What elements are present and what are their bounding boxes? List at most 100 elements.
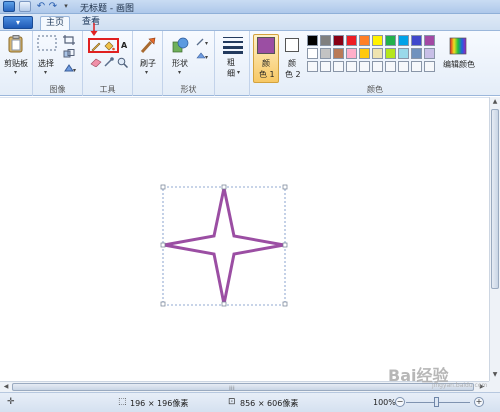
palette-empty-swatch[interactable] (398, 61, 409, 72)
palette-swatch[interactable] (398, 35, 409, 46)
resize-handle-right[interactable] (282, 242, 288, 248)
resize-handle-bottom[interactable] (221, 301, 227, 307)
select-label[interactable]: 选择 (38, 58, 54, 69)
size-label-top[interactable]: 粗 (227, 57, 235, 68)
palette-empty-swatch[interactable] (307, 61, 318, 72)
star-shape-selection[interactable] (160, 184, 290, 310)
size-caret-icon[interactable]: ▾ (237, 69, 240, 76)
zoom-slider-thumb[interactable] (434, 397, 439, 407)
resize-handle-top[interactable] (221, 184, 227, 190)
palette-empty-swatch[interactable] (333, 61, 344, 72)
palette-empty-swatch[interactable] (320, 61, 331, 72)
palette-empty-swatch[interactable] (372, 61, 383, 72)
palette-swatch[interactable] (372, 35, 383, 46)
rotate-icon[interactable]: ▾ (63, 63, 77, 73)
palette-swatch[interactable] (333, 48, 344, 59)
size-lines-icon[interactable] (223, 36, 243, 54)
canvas-area[interactable] (0, 97, 489, 381)
pencil-icon[interactable] (91, 41, 101, 51)
scroll-up-icon[interactable]: ▲ (490, 98, 500, 105)
color-picker-icon[interactable] (104, 57, 114, 67)
app-menu-icon[interactable] (3, 1, 15, 12)
palette-swatch[interactable] (307, 48, 318, 59)
resize-handle-left[interactable] (160, 242, 166, 248)
color2-label-top[interactable]: 颜 (288, 58, 296, 69)
brushes-label[interactable]: 刷子 (140, 58, 156, 69)
magnifier-icon[interactable] (117, 57, 128, 68)
svg-text:▾: ▾ (205, 40, 208, 47)
zoom-out-button[interactable]: − (395, 397, 405, 407)
palette-empty-swatch[interactable] (411, 61, 422, 72)
color1-swatch[interactable] (257, 37, 275, 54)
four-point-star[interactable] (163, 187, 285, 305)
color1-label-top[interactable]: 颜 (262, 58, 270, 69)
vertical-scroll-thumb[interactable] (491, 109, 499, 289)
shapes-icon[interactable] (171, 36, 189, 54)
palette-swatch[interactable] (320, 35, 331, 46)
scroll-left-icon[interactable]: ◀ (1, 383, 11, 390)
scroll-down-icon[interactable]: ▼ (490, 371, 500, 378)
fill-icon[interactable]: ▾ (196, 51, 210, 61)
zoom-in-button[interactable]: + (474, 397, 484, 407)
palette-swatch[interactable] (385, 35, 396, 46)
brush-icon[interactable] (139, 36, 157, 54)
paste-caret-icon[interactable]: ▾ (14, 69, 17, 76)
color2-swatch[interactable] (285, 38, 299, 52)
group-image: 选择 ▾ ▾ 图像 (33, 31, 83, 96)
palette-swatch[interactable] (411, 35, 422, 46)
paste-icon[interactable] (8, 35, 24, 53)
palette-swatch[interactable] (372, 48, 383, 59)
palette-swatch[interactable] (385, 48, 396, 59)
file-menu-button[interactable]: ▾ (3, 16, 33, 29)
paste-label[interactable]: 剪贴板 (4, 58, 28, 69)
palette-empty-swatch[interactable] (359, 61, 370, 72)
palette-swatch[interactable] (346, 35, 357, 46)
resize-handle-top-left[interactable] (160, 184, 166, 190)
palette-swatch[interactable] (333, 35, 344, 46)
select-icon[interactable] (37, 35, 57, 51)
palette-swatch[interactable] (359, 48, 370, 59)
redo-icon[interactable]: ↷ (47, 1, 59, 12)
group-colors: 颜 色 1 颜 色 2 编辑颜色 颜色 (250, 31, 500, 96)
text-tool-icon[interactable]: A (121, 41, 127, 50)
select-caret-icon[interactable]: ▾ (44, 69, 47, 76)
palette-swatch[interactable] (398, 48, 409, 59)
palette-empty-swatch[interactable] (424, 61, 435, 72)
resize-icon[interactable] (63, 49, 75, 59)
palette-swatch[interactable] (320, 48, 331, 59)
undo-icon[interactable]: ↶ (35, 1, 47, 12)
palette-empty-swatch[interactable] (346, 61, 357, 72)
save-icon[interactable] (19, 1, 31, 12)
selection-size-icon: ⬚ (118, 397, 127, 407)
image-group-label: 图像 (49, 85, 66, 94)
selection-box[interactable] (162, 186, 286, 306)
outline-icon[interactable]: ▾ (196, 37, 210, 47)
color2-label-bottom[interactable]: 色 2 (285, 69, 301, 80)
shapes-label[interactable]: 形状 (172, 58, 188, 69)
edit-colors-icon[interactable] (449, 37, 467, 55)
color1-label-bottom[interactable]: 色 1 (259, 69, 275, 80)
shapes-caret-icon[interactable]: ▾ (178, 69, 181, 76)
palette-empty-swatch[interactable] (385, 61, 396, 72)
fill-bucket-icon[interactable] (103, 41, 115, 51)
resize-handle-bottom-right[interactable] (282, 301, 288, 307)
palette-swatch[interactable] (424, 35, 435, 46)
crop-icon[interactable] (63, 35, 75, 45)
palette-swatch[interactable] (359, 35, 370, 46)
size-label-bottom[interactable]: 细 (227, 68, 235, 79)
group-size: 粗 细 ▾ (215, 31, 250, 96)
palette-swatch[interactable] (424, 48, 435, 59)
palette-swatch[interactable] (411, 48, 422, 59)
resize-handle-top-right[interactable] (282, 184, 288, 190)
eraser-icon[interactable] (90, 57, 102, 67)
svg-text:▾: ▾ (73, 67, 76, 73)
vertical-scrollbar[interactable]: ▲ ▼ (489, 97, 500, 381)
palette-swatch[interactable] (346, 48, 357, 59)
resize-handle-bottom-left[interactable] (160, 301, 166, 307)
tab-home[interactable]: 主页 (40, 16, 70, 30)
brushes-caret-icon[interactable]: ▾ (145, 69, 148, 76)
quick-access-dropdown-icon[interactable]: ▾ (60, 1, 72, 12)
palette-swatch[interactable] (307, 35, 318, 46)
edit-colors-label[interactable]: 编辑颜色 (443, 59, 475, 70)
svg-text:▾: ▾ (205, 54, 208, 61)
